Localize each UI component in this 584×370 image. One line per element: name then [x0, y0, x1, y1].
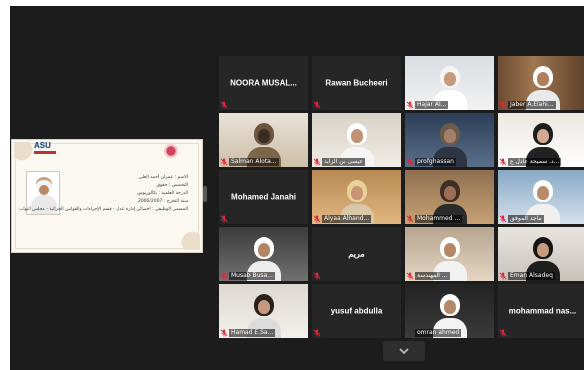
- participant-name-label: Musab Busa...: [229, 272, 275, 280]
- participant-tile[interactable]: Hamad E.Sa...: [219, 284, 308, 338]
- logo-bar: [34, 151, 56, 154]
- mic-muted-icon: [406, 215, 414, 223]
- participant-tile[interactable]: Mohamed Janahi: [219, 170, 308, 224]
- mic-muted-icon: [313, 329, 321, 337]
- participant-tile[interactable]: Mohammed ...: [405, 170, 494, 224]
- split-handle[interactable]: [203, 186, 207, 202]
- participant-display-name: yusuf abdulla: [330, 306, 383, 316]
- participant-tile[interactable]: profghassan: [405, 113, 494, 167]
- mic-muted-icon: [313, 215, 321, 223]
- slide-line: سنة التخرج : 2006/2007: [137, 199, 188, 204]
- figure-face: [258, 243, 270, 257]
- participant-name-label: profghassan: [415, 158, 456, 166]
- figure-face: [444, 300, 456, 314]
- participant-tile[interactable]: المهندسة ...: [405, 227, 494, 281]
- mic-muted-icon: [220, 101, 228, 109]
- participant-name-label: omran ahmed: [415, 329, 462, 337]
- figure-face: [444, 243, 456, 257]
- mic-muted-icon: [313, 158, 321, 166]
- mic-muted-icon: [499, 158, 507, 166]
- figure-face: [537, 129, 549, 143]
- photo-face: [39, 185, 49, 195]
- participant-tile[interactable]: ماجد الموفق: [498, 170, 584, 224]
- chevron-down-icon: [399, 348, 409, 355]
- mic-muted-icon: [499, 215, 507, 223]
- mic-muted-icon: [406, 158, 414, 166]
- participant-name-label: د. سميحة عادل ع...: [508, 158, 562, 166]
- slide-line: الدرجة العلمية : بكالوريوس: [137, 191, 188, 196]
- participant-display-name: NOORA MUSAL...: [230, 78, 297, 88]
- speaker-info: الاسم : عمران أحمد العلي التخصص : حقوق ا…: [19, 174, 188, 214]
- participant-tile[interactable]: yusuf abdulla: [312, 284, 401, 338]
- participant-tile[interactable]: Eman Alsadeq: [498, 227, 584, 281]
- mic-muted-icon: [406, 101, 414, 109]
- participant-display-name: Mohamed Janahi: [231, 192, 296, 202]
- slide-ornament: [174, 224, 200, 250]
- mic-muted-icon: [220, 158, 228, 166]
- participant-name-label: Hajar Al...: [415, 101, 449, 109]
- participant-tile[interactable]: Jaber A.Elahi...: [498, 56, 584, 110]
- mic-muted-icon: [313, 272, 321, 280]
- mic-muted-icon: [220, 272, 228, 280]
- participant-display-name: Rawan Bucheeri: [325, 78, 388, 88]
- participant-name-label: المهندسة ...: [415, 272, 450, 280]
- participant-name-label: عيسى بن آلزايد: [322, 158, 366, 166]
- expand-button[interactable]: [383, 341, 425, 361]
- participant-name-label: Eman Alsadeq: [508, 272, 555, 280]
- mic-muted-icon: [499, 329, 507, 337]
- participant-name-label: ماجد الموفق: [508, 215, 544, 223]
- figure-face: [444, 72, 456, 86]
- figure-face: [258, 129, 270, 143]
- figure-face: [444, 186, 456, 200]
- participant-name-label: Salman Alota...: [229, 158, 279, 166]
- mic-muted-icon: [499, 272, 507, 280]
- mic-muted-icon: [406, 272, 414, 280]
- participant-tile[interactable]: د. سميحة عادل ع...: [498, 113, 584, 167]
- participant-tile[interactable]: عيسى بن آلزايد: [312, 113, 401, 167]
- participant-tile[interactable]: Salman Alota...: [219, 113, 308, 167]
- slide-line: المسمى الوظيفي : اخصائي إدارة عدل - قسم …: [19, 207, 188, 212]
- figure-face: [537, 186, 549, 200]
- participant-name-label: Alyaa Alhand...: [322, 215, 372, 223]
- figure-face: [351, 129, 363, 143]
- slide-line: التخصص : حقوق: [156, 183, 188, 188]
- emblem-logo: [164, 144, 178, 158]
- participant-display-name: مريم: [348, 249, 365, 259]
- participant-tile[interactable]: Hajar Al...: [405, 56, 494, 110]
- shared-screen[interactable]: ASU الاسم : عمران أحمد العلي التخصص : حق…: [11, 139, 203, 253]
- participant-display-name: mohammad nas...: [508, 306, 577, 316]
- mic-muted-icon: [499, 101, 507, 109]
- participant-name-label: Hamad E.Sa...: [229, 329, 276, 337]
- figure-face: [351, 186, 363, 200]
- slide-line: الاسم : عمران أحمد العلي: [138, 175, 188, 180]
- participant-tile[interactable]: Rawan Bucheeri: [312, 56, 401, 110]
- participant-tile[interactable]: مريم: [312, 227, 401, 281]
- mic-muted-icon: [313, 101, 321, 109]
- participant-tile[interactable]: mohammad nas...: [498, 284, 584, 338]
- mic-muted-icon: [220, 329, 228, 337]
- participant-tile[interactable]: omran ahmed: [405, 284, 494, 338]
- figure-face: [258, 300, 270, 314]
- participant-name-label: Jaber A.Elahi...: [508, 101, 556, 109]
- figure-face: [444, 129, 456, 143]
- figure-face: [537, 72, 549, 86]
- participant-tile[interactable]: NOORA MUSAL...: [219, 56, 308, 110]
- asu-logo: ASU: [34, 141, 62, 157]
- participant-tile[interactable]: Alyaa Alhand...: [312, 170, 401, 224]
- mic-muted-icon: [220, 215, 228, 223]
- participant-tile[interactable]: Musab Busa...: [219, 227, 308, 281]
- asu-logo-text: ASU: [34, 141, 51, 150]
- participant-name-label: Mohammed ...: [415, 215, 463, 223]
- figure-face: [537, 243, 549, 257]
